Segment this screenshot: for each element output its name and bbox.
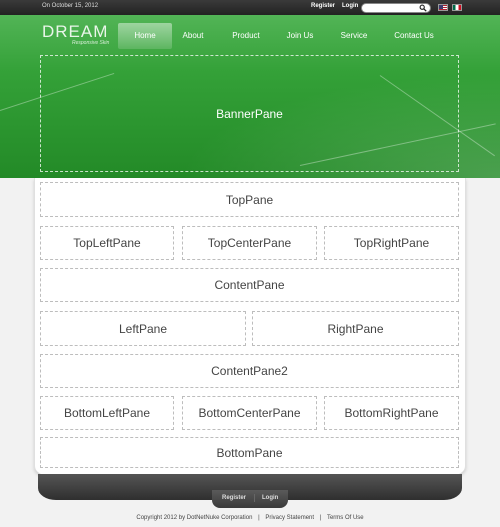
footer-divider [254, 494, 255, 502]
search-input[interactable] [365, 4, 417, 12]
bottom-pane: BottomPane [40, 437, 459, 468]
login-link[interactable]: Login [342, 3, 358, 9]
mexico-flag-icon[interactable] [452, 4, 462, 11]
terms-of-use-link[interactable]: Terms Of Use [327, 515, 364, 521]
top-right-pane: TopRightPane [324, 226, 459, 260]
bottom-right-pane: BottomRightPane [324, 396, 459, 430]
bottom-center-pane: BottomCenterPane [182, 396, 317, 430]
header-banner: DREAM Responsive Skin Home About Product… [0, 15, 500, 178]
current-date: On October 15, 2012 [42, 3, 99, 9]
copyright-text: Copyright 2012 by DotNetNuke Corporation [136, 515, 253, 521]
top-utility-bar: On October 15, 2012 Register Login [0, 0, 500, 15]
footer-register-link[interactable]: Register [222, 495, 246, 501]
left-pane: LeftPane [40, 311, 246, 346]
bottom-left-pane: BottomLeftPane [40, 396, 174, 430]
nav-about[interactable]: About [176, 23, 210, 49]
content-pane: ContentPane [40, 268, 459, 302]
nav-home[interactable]: Home [118, 23, 172, 49]
nav-product[interactable]: Product [228, 23, 264, 49]
top-center-pane: TopCenterPane [182, 226, 317, 260]
footer-login-link[interactable]: Login [262, 495, 278, 501]
content-pane-2: ContentPane2 [40, 354, 459, 388]
top-left-pane: TopLeftPane [40, 226, 174, 260]
footer-separator: | [258, 515, 260, 521]
right-pane: RightPane [252, 311, 459, 346]
search-icon[interactable] [419, 4, 427, 12]
search-box [361, 3, 431, 13]
footer-separator: | [319, 515, 322, 521]
nav-contact-us[interactable]: Contact Us [390, 23, 438, 49]
us-flag-icon[interactable] [438, 4, 448, 11]
privacy-statement-link[interactable]: Privacy Statement [265, 515, 314, 521]
top-pane: TopPane [40, 182, 459, 217]
register-link[interactable]: Register [311, 3, 335, 9]
nav-service[interactable]: Service [336, 23, 372, 49]
banner-pane: BannerPane [40, 55, 459, 172]
nav-join-us[interactable]: Join Us [282, 23, 318, 49]
main-nav: Home About Product Join Us Service Conta… [0, 23, 500, 49]
footer-copyright-line: Copyright 2012 by DotNetNuke Corporation… [0, 515, 500, 521]
